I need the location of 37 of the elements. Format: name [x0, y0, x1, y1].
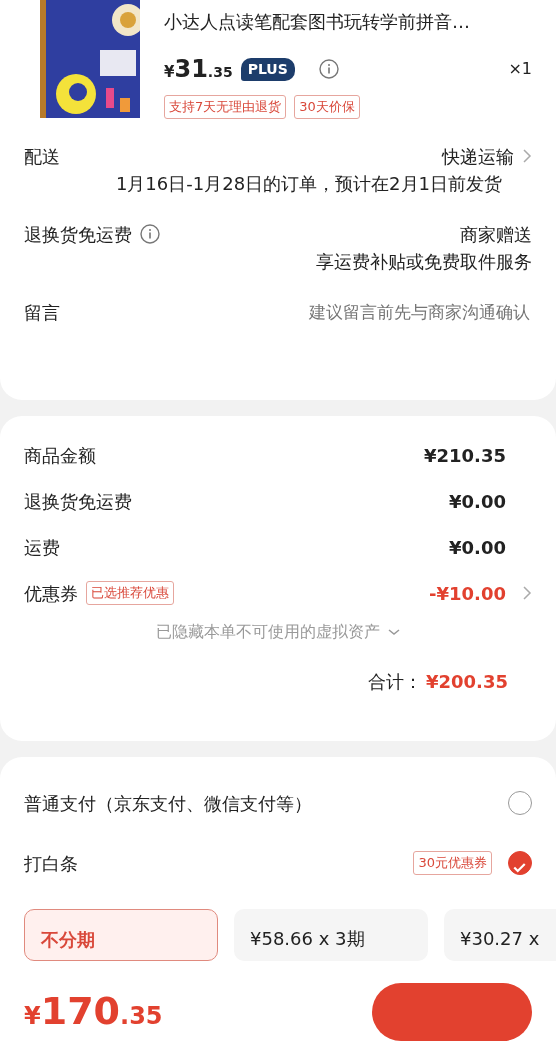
total-amount: ¥200.35 [426, 670, 508, 694]
row-value: 商家赠送 [460, 222, 532, 247]
payment-option[interactable]: 普通支付（京东支付、微信支付等） [24, 789, 312, 817]
installment-option[interactable]: ¥58.66 x 3期 [234, 909, 428, 961]
installment-option[interactable]: ¥30.27 x [444, 909, 556, 961]
row-value: 快递运输 [442, 144, 514, 169]
product-title[interactable]: 小达人点读笔配套图书玩转学前拼音… [164, 8, 532, 35]
total-label: 合计： [368, 670, 422, 694]
message-label: 留言 [24, 300, 60, 325]
summary-amount: -¥10.00 [429, 581, 506, 606]
delivery-note: 1月16日-1月28日的订单，预计在2月1日前发货 [114, 171, 502, 196]
submit-button[interactable] [372, 982, 532, 1041]
summary-amount: ¥210.35 [424, 443, 506, 468]
radio-button[interactable] [508, 851, 532, 875]
info-icon[interactable] [140, 224, 160, 244]
row-label: 配送 [24, 144, 60, 169]
quantity: ×1 [508, 58, 532, 80]
info-icon[interactable] [318, 59, 339, 79]
chevron-down-icon [388, 628, 400, 636]
summary-label: 运费 [24, 535, 60, 560]
plus-badge: PLUS [240, 57, 295, 81]
installment-option[interactable]: 不分期 [24, 909, 218, 961]
chevron-right-icon [522, 585, 532, 601]
service-tag: 支持7天无理由退货 [164, 95, 287, 119]
summary-label: 商品金额 [24, 443, 96, 468]
summary-amount: ¥0.00 [449, 489, 506, 514]
summary-label: 优惠券 [24, 581, 78, 606]
service-note: 享运费补贴或免费取件服务 [315, 249, 532, 274]
summary-label: 退换货免运费 [24, 489, 132, 514]
payment-option[interactable]: 打白条 [24, 849, 78, 877]
service-tag: 30天价保 [294, 95, 360, 119]
summary-amount: ¥0.00 [449, 535, 506, 560]
coupon-tag: 30元优惠券 [413, 851, 492, 875]
product-price: ¥31.35 [164, 54, 233, 85]
discount-tag: 已选推荐优惠 [86, 581, 174, 605]
total-price: ¥170.35 [24, 988, 163, 1035]
row-label: 退换货免运费 [24, 222, 132, 247]
